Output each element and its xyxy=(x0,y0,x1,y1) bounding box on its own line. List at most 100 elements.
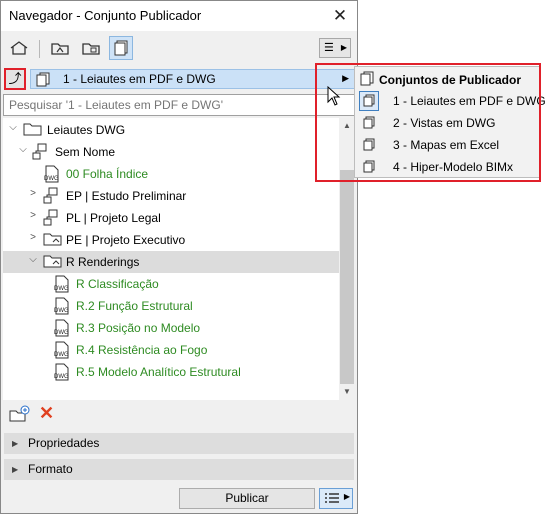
toolbar-separator xyxy=(39,40,40,58)
tree-row-r2[interactable]: DWG R.2 Função Estrutural xyxy=(3,295,339,317)
expand-icon[interactable]: > xyxy=(27,188,39,199)
tree-row-sem-nome[interactable]: ⌵ Sem Nome xyxy=(3,141,339,163)
format-label: Formato xyxy=(28,462,73,476)
publisher-set-selector[interactable]: 1 - Leiautes em PDF e DWG ▶ xyxy=(30,69,355,89)
tree-label-pe: PE | Projeto Executivo xyxy=(66,233,186,247)
folder-icon xyxy=(23,121,43,140)
publisher-set-icon xyxy=(35,72,51,90)
mouse-cursor-icon xyxy=(327,85,341,109)
properties-panel-header[interactable]: ▶ Propriedades xyxy=(4,433,354,454)
delete-icon[interactable]: ✕ xyxy=(39,404,54,422)
publisher-sets-icon xyxy=(359,71,375,90)
expand-icon[interactable]: > xyxy=(27,232,39,243)
publisher-sets-icon[interactable] xyxy=(109,36,133,60)
collapse-icon[interactable]: ⌵ xyxy=(27,254,39,265)
svg-text:DWG: DWG xyxy=(54,330,69,336)
tree-label-r5: R.5 Modelo Analítico Estrutural xyxy=(76,365,241,379)
popup-item-label: 1 - Leiautes em PDF e DWG xyxy=(393,94,546,108)
title-bar: Navegador - Conjunto Publicador ✕ xyxy=(1,1,357,31)
close-icon[interactable]: ✕ xyxy=(327,4,353,28)
navigator-toolbar: ☰ ▶ xyxy=(1,31,357,67)
scroll-down-icon[interactable]: ▼ xyxy=(339,384,355,400)
tree-row-r5[interactable]: DWG R.5 Modelo Analítico Estrutural xyxy=(3,361,339,383)
collapse-icon[interactable]: ⌵ xyxy=(17,144,29,155)
popup-item-set-3[interactable]: 3 - Mapas em Excel xyxy=(357,134,539,156)
tree-label-pl: PL | Projeto Legal xyxy=(66,211,161,225)
tree-scrollbar[interactable]: ▲ ▼ xyxy=(339,118,355,400)
collapse-icon[interactable]: ⌵ xyxy=(7,122,19,133)
popup-item-set-4[interactable]: 4 - Hiper-Modelo BIMx xyxy=(357,156,539,178)
navigator-menu-button[interactable]: ☰ ▶ xyxy=(319,38,351,58)
project-map-icon[interactable] xyxy=(7,36,31,60)
layout-book-icon[interactable] xyxy=(79,36,103,60)
tree-label-r3: R.3 Posição no Modelo xyxy=(76,321,201,335)
popup-item-label: 4 - Hiper-Modelo BIMx xyxy=(393,160,514,174)
scroll-up-icon[interactable]: ▲ xyxy=(339,118,355,134)
folder-sitemap-icon xyxy=(43,209,61,230)
tree-actions: ✕ xyxy=(1,403,357,429)
tree-label-ep: EP | Estudo Preliminar xyxy=(66,189,187,203)
expand-triangle-icon: ▶ xyxy=(12,465,19,474)
dwg-file-icon: DWG xyxy=(53,363,71,384)
publisher-set-icon xyxy=(359,113,379,133)
dwg-file-icon: DWG xyxy=(53,341,71,362)
publisher-set-icon xyxy=(359,157,379,177)
popup-item-set-2[interactable]: 2 - Vistas em DWG xyxy=(357,112,539,134)
tree-label-root: Leiautes DWG xyxy=(47,123,126,137)
tree-row-ep[interactable]: > EP | Estudo Preliminar xyxy=(3,185,339,207)
svg-text:DWG: DWG xyxy=(44,176,59,182)
footer: Publicar ▶ xyxy=(1,485,357,513)
tree-label-r4: R.4 Resistência ao Fogo xyxy=(76,343,208,357)
sitemap-icon xyxy=(32,143,50,164)
tree-label-sem-nome: Sem Nome xyxy=(55,145,116,159)
expand-triangle-icon: ▶ xyxy=(12,439,19,448)
expand-icon[interactable]: > xyxy=(27,210,39,221)
publisher-sets-popup: Conjuntos de Publicador 1 - Leiautes em … xyxy=(354,66,546,178)
tree-label-r-classificacao: R Classificação xyxy=(76,277,159,291)
search-input[interactable] xyxy=(3,94,355,116)
navigator-window: Navegador - Conjunto Publicador ✕ ☰ ▶ ⤴ xyxy=(0,0,358,514)
current-set-label: 1 - Leiautes em PDF e DWG xyxy=(63,72,216,86)
publisher-set-row: ⤴ 1 - Leiautes em PDF e DWG ▶ xyxy=(1,67,357,91)
format-panel-header[interactable]: ▶ Formato xyxy=(4,459,354,480)
view-map-icon[interactable] xyxy=(48,36,72,60)
tree-row-pl[interactable]: > PL | Projeto Legal xyxy=(3,207,339,229)
dwg-file-icon: DWG xyxy=(53,275,71,296)
svg-text:DWG: DWG xyxy=(54,286,69,292)
dwg-file-icon: DWG xyxy=(53,297,71,318)
tree-row-r-classificacao[interactable]: DWG R Classificação xyxy=(3,273,339,295)
tree-label-folha-indice: 00 Folha Índice xyxy=(66,167,149,181)
tree-row-root[interactable]: ⌵ Leiautes DWG xyxy=(3,119,339,141)
publish-button[interactable]: Publicar xyxy=(179,488,315,509)
properties-label: Propriedades xyxy=(28,436,100,450)
dwg-file-icon: DWG xyxy=(53,319,71,340)
tree-row-folha-indice[interactable]: DWG 00 Folha Índice xyxy=(3,163,339,185)
folder-icon xyxy=(43,231,63,250)
publisher-set-icon xyxy=(359,91,379,111)
popup-item-label: 3 - Mapas em Excel xyxy=(393,138,500,152)
up-arrow-icon: ⤴ xyxy=(8,71,22,86)
scroll-thumb[interactable] xyxy=(340,170,354,384)
options-arrow-icon: ▶ xyxy=(343,492,350,501)
folder-sitemap-icon xyxy=(43,187,61,208)
svg-text:DWG: DWG xyxy=(54,352,69,358)
menu-icon: ☰ xyxy=(324,42,334,54)
tree-row-renderings[interactable]: ⌵ R Renderings xyxy=(3,251,339,273)
list-icon xyxy=(325,493,339,503)
folder-icon xyxy=(43,253,63,272)
tree-label-r2: R.2 Função Estrutural xyxy=(76,299,193,313)
svg-text:DWG: DWG xyxy=(54,374,69,380)
tree-row-pe[interactable]: > PE | Projeto Executivo xyxy=(3,229,339,251)
new-folder-icon[interactable] xyxy=(9,405,31,426)
submenu-arrow-icon: ▶ xyxy=(342,73,349,83)
popup-item-set-1[interactable]: 1 - Leiautes em PDF e DWG xyxy=(357,90,546,112)
svg-text:DWG: DWG xyxy=(54,308,69,314)
go-up-button[interactable]: ⤴ xyxy=(4,68,26,90)
publish-options-button[interactable]: ▶ xyxy=(319,488,353,509)
tree-row-r4[interactable]: DWG R.4 Resistência ao Fogo xyxy=(3,339,339,361)
tree-view: ⌵ Leiautes DWG ⌵ Sem Nome DWG 00 Folha Í… xyxy=(3,118,355,400)
tree-row-r3[interactable]: DWG R.3 Posição no Modelo xyxy=(3,317,339,339)
tree-label-renderings: R Renderings xyxy=(66,255,140,269)
popup-header-label: Conjuntos de Publicador xyxy=(379,73,522,87)
menu-arrow-icon: ▶ xyxy=(340,43,347,52)
